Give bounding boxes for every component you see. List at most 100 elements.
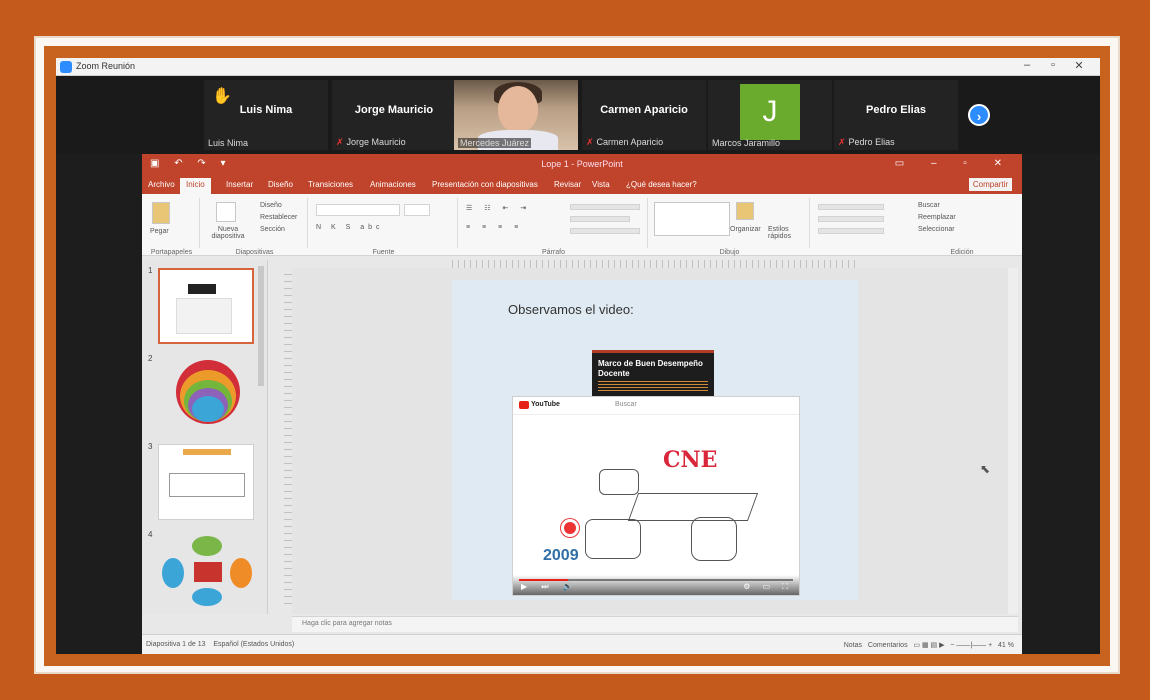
find-button[interactable]: Buscar	[918, 202, 940, 209]
participant-tile-carmen[interactable]: Carmen Aparicio ✗ Carmen Aparicio	[582, 80, 706, 150]
group-drawing: Organizar Estilos rápidos Dibujo	[650, 198, 810, 256]
zoom-level[interactable]: 41 %	[998, 642, 1014, 649]
replace-button[interactable]: Reemplazar	[918, 214, 956, 221]
tab-file[interactable]: Archivo	[148, 180, 175, 189]
participant-tile-j[interactable]: J Marcos Jaramillo	[708, 80, 832, 150]
slide-thumbnail-2[interactable]	[158, 356, 254, 432]
tab-home[interactable]: Inicio	[180, 178, 211, 194]
notes-pane[interactable]: Haga clic para agregar notas	[292, 616, 1018, 632]
group-editing: Buscar Reemplazar Seleccionar Edición	[912, 198, 1012, 256]
video-progress-bar[interactable]	[519, 579, 793, 581]
youtube-header: YouTube Buscar	[513, 397, 799, 415]
quick-styles-button[interactable]: Estilos rápidos	[768, 226, 808, 240]
slide-thumbnail-4[interactable]	[158, 532, 254, 608]
slide-thumbnail-1[interactable]	[158, 268, 254, 344]
node-right	[230, 558, 252, 588]
tab-transitions[interactable]: Transiciones	[308, 180, 353, 189]
layout-button[interactable]: Diseño	[260, 202, 282, 209]
participant-name: Carmen Aparicio	[600, 104, 688, 116]
participant-label: ✗ Jorge Mauricio	[336, 137, 406, 148]
participant-name: Pedro Elias	[866, 104, 926, 116]
comments-toggle[interactable]: Comentarios	[868, 642, 908, 649]
mouse-cursor-icon: ⬉	[980, 462, 991, 476]
participant-label-text: Pedro Elias	[848, 137, 895, 147]
tab-design[interactable]: Diseño	[268, 180, 293, 189]
align-buttons[interactable]: ≡ ≡ ≡ ≡	[466, 224, 523, 231]
video-cover[interactable]: Marco de Buen Desempeño Docente	[592, 350, 714, 396]
play-controls[interactable]: ▶ ⏭ 🔊	[521, 582, 579, 592]
participant-label: Luis Nima	[208, 138, 249, 148]
paste-icon[interactable]	[152, 202, 170, 224]
video-settings-controls[interactable]: ⚙ ▭ ⛶	[743, 582, 793, 592]
group-slides: Nueva diapositiva Diseño Restablecer Sec…	[202, 198, 308, 256]
shapes-gallery[interactable]	[654, 202, 730, 236]
new-slide-button[interactable]: Nueva diapositiva	[206, 226, 250, 240]
font-name-input[interactable]	[316, 204, 400, 216]
shape-fill-control[interactable]	[818, 204, 884, 210]
tab-insert[interactable]: Insertar	[226, 180, 253, 189]
thumbnails-scrollbar[interactable]	[258, 266, 264, 386]
participant-name: Luis Nima	[239, 104, 293, 116]
thumb-diagram	[169, 473, 245, 497]
group-label: Fuente	[372, 249, 395, 256]
font-size-input[interactable]	[404, 204, 430, 216]
smartart-control[interactable]	[570, 228, 640, 234]
thumb-number: 4	[148, 530, 153, 539]
video-progress-fill	[519, 579, 569, 581]
align-text-control[interactable]	[570, 216, 630, 222]
arrange-button[interactable]: Organizar	[730, 226, 761, 233]
youtube-video-embed[interactable]: YouTube Buscar CNE 2009 ▶ ⏭ 🔊 ⚙ ▭ ⛶	[512, 396, 800, 596]
reset-button[interactable]: Restablecer	[260, 214, 297, 221]
shape-effects-control[interactable]	[818, 228, 884, 234]
list-buttons[interactable]: ☰ ☷ ⇤ ⇥	[466, 204, 531, 212]
slide-thumbnail-3[interactable]	[158, 444, 254, 520]
tab-slideshow[interactable]: Presentación con diapositivas	[432, 180, 538, 189]
participant-tile-pedro[interactable]: Pedro Elias ✗ Pedro Elias	[834, 80, 958, 150]
zoom-screen: Zoom Reunión – ▫ ✕ ✋ Luis Nima Luis Nima…	[56, 58, 1100, 654]
thumb-cover	[188, 284, 216, 294]
notes-toggle[interactable]: Notas	[844, 642, 862, 649]
section-button[interactable]: Sección	[260, 226, 285, 233]
youtube-logo-icon	[519, 401, 529, 409]
tab-review[interactable]: Revisar	[554, 180, 581, 189]
share-button[interactable]: Compartir	[968, 178, 1012, 191]
mic-muted-icon: ✗	[838, 137, 846, 147]
notes-placeholder: Haga clic para agregar notas	[302, 620, 392, 627]
tab-animations[interactable]: Animaciones	[370, 180, 416, 189]
minimize-icon[interactable]: –	[1016, 59, 1038, 71]
shape-outline-control[interactable]	[818, 216, 884, 222]
record-icon	[561, 519, 579, 537]
slide-canvas[interactable]: Observamos el video: Marco de Buen Desem…	[452, 280, 858, 600]
participant-face	[498, 86, 538, 132]
tab-view[interactable]: Vista	[592, 180, 610, 189]
ppt-window-controls[interactable]: ▭ – ▫ ✕	[895, 158, 1014, 169]
participant-tile-jorge[interactable]: Jorge Mauricio ✗ Jorge Mauricio	[332, 80, 456, 150]
slide-title[interactable]: Observamos el video:	[508, 302, 634, 317]
node-left	[162, 558, 184, 588]
maximize-icon[interactable]: ▫	[1042, 59, 1064, 71]
slide-thumbnails-pane: 1 2 3 4	[142, 260, 268, 614]
video-cover-title: Marco de Buen Desempeño Docente	[598, 359, 703, 378]
arrange-icon[interactable]	[736, 202, 754, 220]
editor-scrollbar[interactable]	[1008, 268, 1018, 614]
participant-tile-video[interactable]: Mercedes Juárez	[454, 80, 578, 150]
new-slide-icon[interactable]	[216, 202, 236, 222]
participant-label-text: Carmen Aparicio	[596, 137, 664, 147]
group-font: N K S abc Fuente	[310, 198, 458, 256]
mic-muted-icon: ✗	[586, 137, 594, 147]
text-direction-control[interactable]	[570, 204, 640, 210]
youtube-search[interactable]: Buscar	[615, 401, 637, 408]
status-language[interactable]: Español (Estados Unidos)	[213, 641, 294, 648]
select-button[interactable]: Seleccionar	[918, 226, 955, 233]
font-format-buttons[interactable]: N K S abc	[316, 224, 384, 231]
raised-hand-icon: ✋	[212, 88, 232, 105]
ribbon-tabs: Archivo Inicio Insertar Diseño Transicio…	[142, 176, 1022, 194]
group-paragraph: ☰ ☷ ⇤ ⇥ ≡ ≡ ≡ ≡ Párrafo	[460, 198, 648, 256]
mic-muted-icon: ✗	[336, 137, 344, 147]
participant-tile-luis[interactable]: ✋ Luis Nima Luis Nima	[204, 80, 328, 150]
tell-me-search[interactable]: ¿Qué desea hacer?	[626, 180, 697, 189]
close-icon[interactable]: ✕	[1068, 59, 1090, 72]
paste-button[interactable]: Pegar	[150, 228, 169, 235]
zoom-logo-icon	[60, 61, 72, 73]
next-page-icon[interactable]: ›	[968, 104, 990, 126]
